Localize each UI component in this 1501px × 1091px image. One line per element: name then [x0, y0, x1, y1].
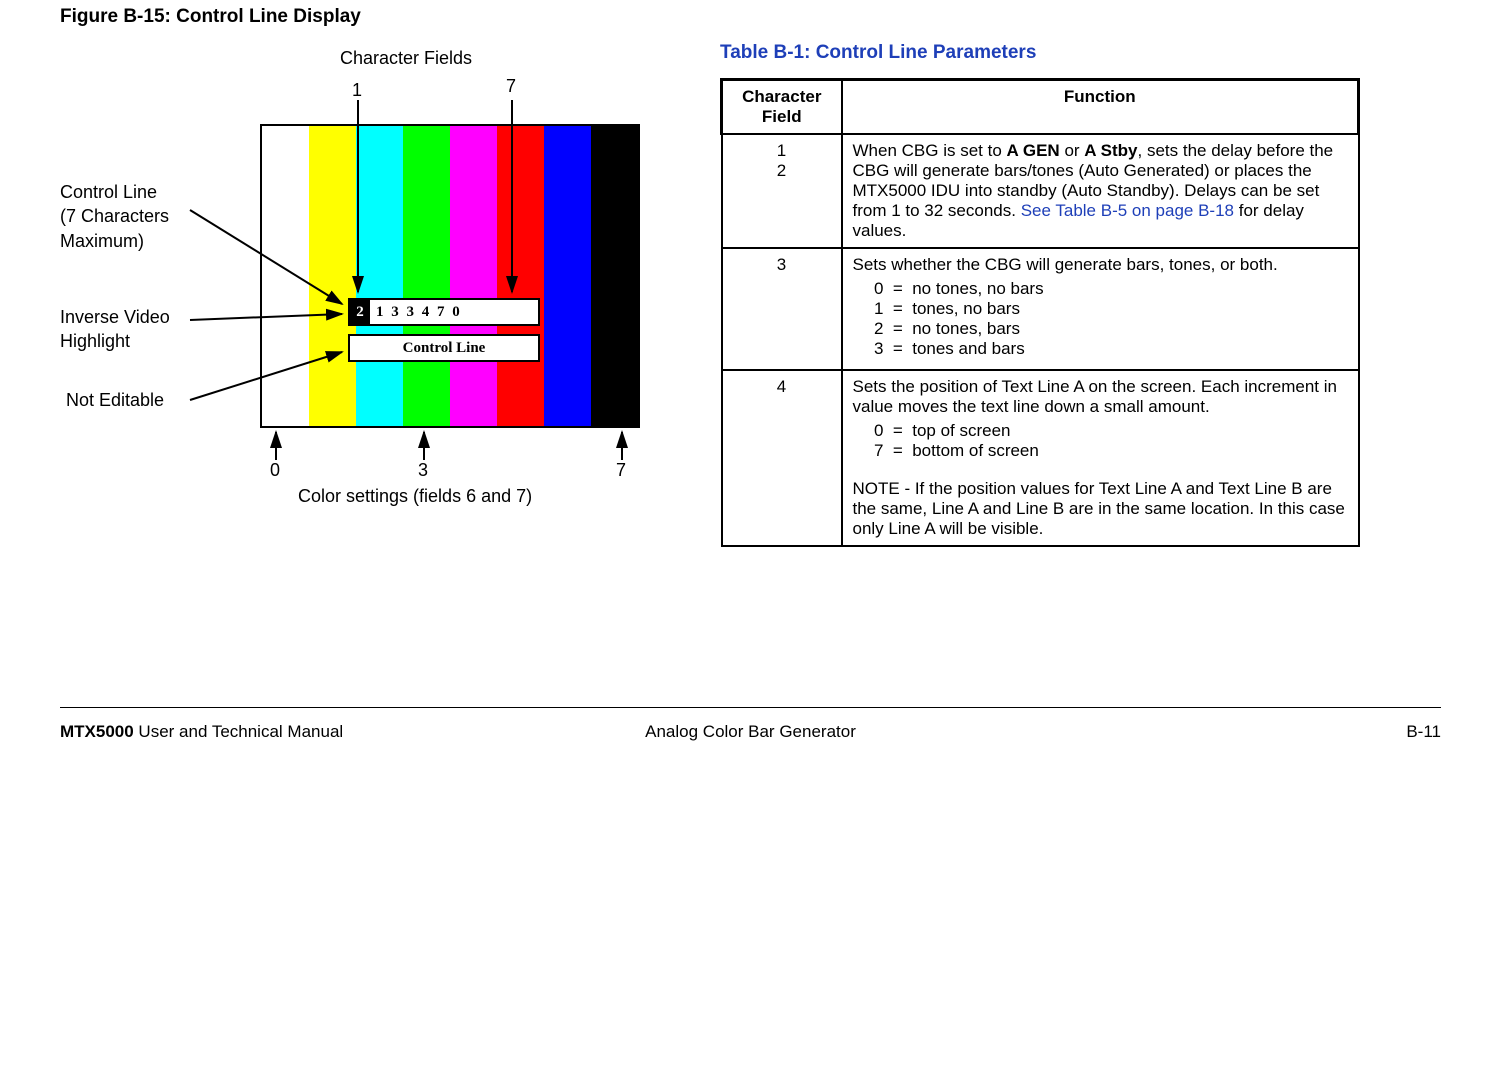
- cell-field-1-2: 1 2: [722, 134, 842, 248]
- color-settings-label: Color settings (fields 6 and 7): [298, 486, 532, 507]
- control-line-digits: 1 3 3 4 7 0: [376, 300, 462, 324]
- content-columns: Character Fields 1 7 Control Line (7 Cha…: [60, 42, 1441, 547]
- option-item: 2 = no tones, bars: [865, 319, 1348, 339]
- footer-doc-name: User and Technical Manual: [134, 722, 343, 741]
- option-item: 1 = tones, no bars: [865, 299, 1348, 319]
- bar-blue: [544, 126, 591, 426]
- func-bold-agen: A GEN: [1007, 141, 1060, 160]
- page-root: Figure B-15: Control Line Display Charac…: [0, 0, 1501, 772]
- bottom-marker-0: 0: [270, 460, 280, 481]
- bottom-marker-3: 3: [418, 460, 428, 481]
- control-line-callout: Control Line (7 Characters Maximum): [60, 180, 169, 253]
- inverse-video-l2: Highlight: [60, 329, 170, 353]
- bar-green: [403, 126, 450, 426]
- bottom-marker-7: 7: [616, 460, 626, 481]
- cell-function-1-2: When CBG is set to A GEN or A Stby, sets…: [842, 134, 1359, 248]
- top-marker-7: 7: [506, 76, 516, 97]
- header-character-field: Character Field: [722, 80, 842, 135]
- table-row: 4 Sets the position of Text Line A on th…: [722, 370, 1359, 546]
- bar-cyan: [356, 126, 403, 426]
- control-line-row-1: 2 1 3 3 4 7 0: [348, 298, 540, 326]
- footer-left: MTX5000 User and Technical Manual: [60, 722, 343, 742]
- bar-black: [591, 126, 638, 426]
- control-line-row-2: Control Line: [348, 334, 540, 362]
- control-line-diagram: Character Fields 1 7 Control Line (7 Cha…: [60, 42, 660, 522]
- option-item: 0 = top of screen: [865, 421, 1348, 441]
- cell-function-3: Sets whether the CBG will generate bars,…: [842, 248, 1359, 370]
- control-line-boxes: 2 1 3 3 4 7 0 Control Line: [348, 298, 540, 362]
- cross-reference-link[interactable]: See Table B-5 on page B-18: [1021, 201, 1234, 220]
- cell-function-4: Sets the position of Text Line A on the …: [842, 370, 1359, 546]
- table-title: Table B-1: Control Line Parameters: [720, 42, 1360, 64]
- inverse-video-l1: Inverse Video: [60, 305, 170, 329]
- header-function: Function: [842, 80, 1359, 135]
- not-editable-callout: Not Editable: [66, 390, 164, 411]
- table-row: 1 2 When CBG is set to A GEN or A Stby, …: [722, 134, 1359, 248]
- color-bars: [260, 124, 640, 428]
- func-text: or: [1060, 141, 1085, 160]
- figure-title: Figure B-15: Control Line Display: [60, 6, 1441, 28]
- spacer: [853, 465, 1348, 479]
- option-item: 7 = bottom of screen: [865, 441, 1348, 461]
- footer-page-number: B-11: [1406, 722, 1441, 742]
- option-list: 0 = no tones, no bars 1 = tones, no bars…: [865, 279, 1348, 359]
- cell-field-4: 4: [722, 370, 842, 546]
- control-line-callout-l3: Maximum): [60, 229, 169, 253]
- table-header-row: Character Field Function: [722, 80, 1359, 135]
- page-footer: MTX5000 User and Technical Manual Analog…: [60, 707, 1441, 742]
- bar-yellow: [309, 126, 356, 426]
- bar-magenta: [450, 126, 497, 426]
- inverse-video-callout: Inverse Video Highlight: [60, 305, 170, 354]
- character-fields-label: Character Fields: [340, 48, 472, 69]
- bar-red: [497, 126, 544, 426]
- top-marker-1: 1: [352, 80, 362, 101]
- control-line-callout-l1: Control Line: [60, 180, 169, 204]
- option-item: 3 = tones and bars: [865, 339, 1348, 359]
- footer-center: Analog Color Bar Generator: [645, 722, 856, 742]
- func-text: Sets whether the CBG will generate bars,…: [853, 255, 1348, 275]
- inverse-video-cell: 2: [350, 300, 370, 324]
- field-value-1: 1: [733, 141, 831, 161]
- field-value-4: 4: [733, 377, 831, 397]
- field-value-2: 2: [733, 161, 831, 181]
- func-bold-astby: A Stby: [1084, 141, 1137, 160]
- bar-white: [262, 126, 309, 426]
- option-item: 0 = no tones, no bars: [865, 279, 1348, 299]
- control-line-callout-l2: (7 Characters: [60, 204, 169, 228]
- diagram-column: Character Fields 1 7 Control Line (7 Cha…: [60, 42, 660, 522]
- footer-product-name: MTX5000: [60, 722, 134, 741]
- func-text: Sets the position of Text Line A on the …: [853, 377, 1348, 417]
- func-text: When CBG is set to: [853, 141, 1007, 160]
- parameters-table: Character Field Function 1 2 When CBG is…: [720, 78, 1360, 547]
- table-column: Table B-1: Control Line Parameters Chara…: [720, 42, 1360, 547]
- cell-field-3: 3: [722, 248, 842, 370]
- field-value-3: 3: [733, 255, 831, 275]
- table-row: 3 Sets whether the CBG will generate bar…: [722, 248, 1359, 370]
- note-text: NOTE - If the position values for Text L…: [853, 479, 1348, 539]
- control-line-caption: Control Line: [350, 336, 538, 360]
- option-list: 0 = top of screen 7 = bottom of screen: [865, 421, 1348, 461]
